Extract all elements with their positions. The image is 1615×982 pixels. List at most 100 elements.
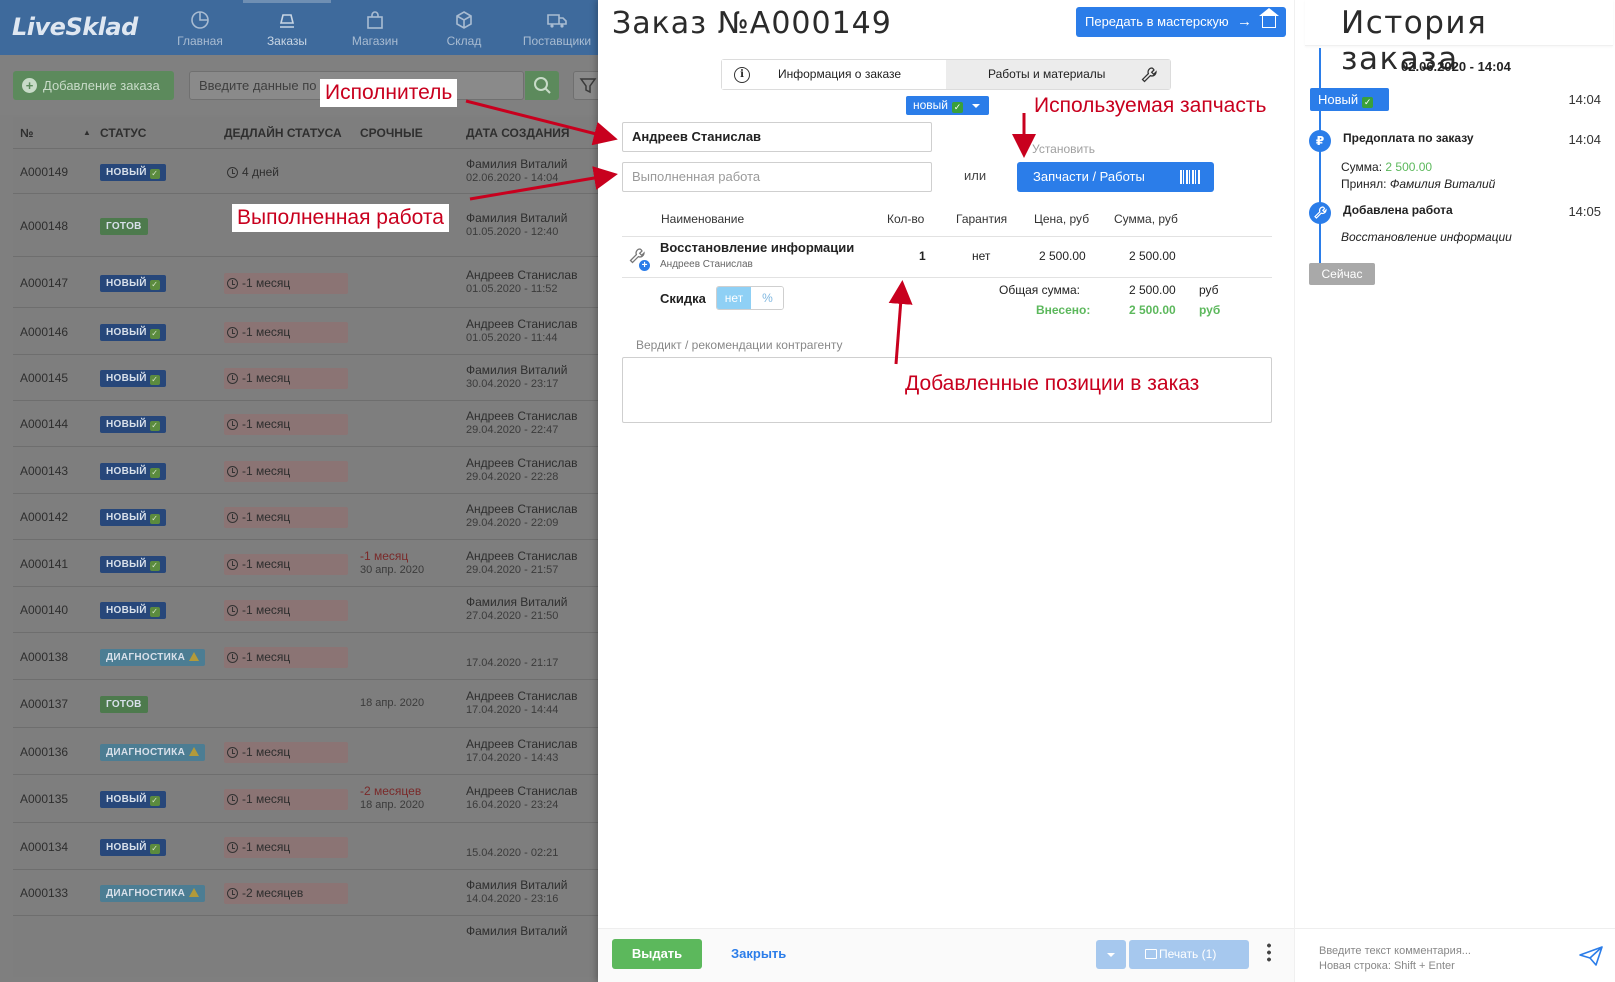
app-logo: LiveSklad (12, 13, 138, 41)
clock-icon (227, 747, 238, 758)
status-badge-label: НОВЫЙ (106, 559, 147, 570)
close-button[interactable]: Закрыть (731, 946, 786, 961)
clock-icon (227, 559, 238, 570)
print-button[interactable]: Печать (1) (1129, 940, 1249, 969)
table-row[interactable]: A000141 НОВЫЙ ✓ -1 месяц -1 месяц 30 апр. 202… (13, 539, 598, 586)
deadline-value: -1 месяц (242, 510, 291, 524)
status-dropdown-label: новый (913, 98, 949, 112)
order-number[interactable]: A000136 (20, 745, 68, 759)
accepted-by: Фамилия Виталий (1389, 177, 1496, 191)
order-number[interactable]: A000146 (20, 325, 68, 339)
nav-warehouse[interactable]: Склад (432, 0, 496, 55)
check-icon: ✓ (149, 375, 160, 385)
orders-icon (279, 14, 295, 28)
deadline-cell: -1 месяц (224, 554, 348, 575)
nav-orders[interactable]: Заказы (243, 0, 331, 55)
search-button[interactable] (525, 71, 559, 100)
status-badge: ГОТОВ (100, 696, 148, 713)
col-deadline[interactable]: ДЕДЛАЙН СТАТУСА (224, 126, 342, 140)
table-row[interactable]: A000143 НОВЫЙ ✓ -1 месяц Андреев Станислав 29… (13, 446, 598, 493)
print-options-button[interactable] (1096, 940, 1126, 969)
nav-suppliers[interactable]: Поставщики (515, 0, 598, 55)
col-created[interactable]: ДАТА СОЗДАНИЯ (466, 126, 570, 140)
tab-order-info[interactable]: i Информация о заказе (722, 60, 946, 89)
add-order-button[interactable]: + Добавление заказа (13, 71, 174, 100)
nav-home[interactable]: Главная (165, 0, 235, 55)
table-row[interactable]: Фамилия Виталий (13, 915, 598, 961)
more-options-icon[interactable] (1267, 942, 1271, 964)
col-status[interactable]: СТАТУС (100, 126, 146, 140)
table-row[interactable]: A000134 НОВЫЙ ✓ -1 месяц 15.04.2020 - 02:21 (13, 822, 598, 869)
executor-field[interactable]: Андреев Станислав (622, 122, 932, 152)
order-number[interactable]: A000144 (20, 417, 68, 431)
parts-works-button[interactable]: Запчасти / Работы (1017, 162, 1214, 192)
table-row[interactable]: A000135 НОВЫЙ ✓ -1 месяц -2 месяцев 18 апр. 2… (13, 774, 598, 822)
status-badge: ГОТОВ (100, 218, 148, 235)
discount-percent-option[interactable]: % (751, 287, 783, 309)
status-badge-label: НОВЫЙ (106, 512, 147, 523)
discount-toggle: нет % (716, 286, 784, 310)
clock-icon (227, 419, 238, 430)
table-row[interactable]: A000145 НОВЫЙ ✓ -1 месяц Фамилия Виталий 30.0… (13, 354, 598, 400)
order-number[interactable]: A000140 (20, 603, 68, 617)
table-row[interactable]: A000147 НОВЫЙ ✓ -1 месяц Андреев Станислав 01… (13, 256, 598, 307)
table-row[interactable]: A000136 ДИАГНОСТИКА -1 месяц Андреев Станис… (13, 727, 598, 774)
tab-works-materials[interactable]: Работы и материалы (946, 60, 1170, 89)
order-number[interactable]: A000145 (20, 371, 68, 385)
comment-placeholder: Введите текст комментария... (1319, 945, 1471, 957)
status-dropdown[interactable]: новый ✓ (906, 96, 989, 115)
table-row[interactable]: A000144 НОВЫЙ ✓ -1 месяц Андреев Станислав 29… (13, 400, 598, 446)
order-number[interactable]: A000134 (20, 840, 68, 854)
order-number[interactable]: A000143 (20, 464, 68, 478)
deadline-value: -1 месяц (242, 603, 291, 617)
item-qty[interactable]: 1 (919, 249, 926, 263)
order-number[interactable]: A000147 (20, 276, 68, 290)
status-badge: НОВЫЙ ✓ (100, 164, 166, 181)
order-number[interactable]: A000141 (20, 557, 68, 571)
item-name[interactable]: Восстановление информации (660, 240, 854, 255)
table-row[interactable]: A000142 НОВЫЙ ✓ -1 месяц Андреев Станислав 29… (13, 493, 598, 539)
filter-button[interactable] (573, 71, 598, 100)
tab-order-info-label: Информация о заказе (778, 67, 902, 81)
table-row[interactable]: A000137 ГОТОВ 18 апр. 2020 Андреев Станисла… (13, 679, 598, 727)
sort-asc-icon[interactable]: ▲ (83, 128, 91, 137)
table-row[interactable]: A000133 ДИАГНОСТИКА -2 месяцев Фамилия Вита… (13, 869, 598, 915)
check-icon: ✓ (1362, 97, 1374, 108)
urgent-date: 18 апр. 2020 (360, 799, 425, 811)
verdict-label: Вердикт / рекомендации контрагенту (636, 338, 843, 352)
order-number[interactable]: A000148 (20, 219, 68, 233)
order-number[interactable]: A000138 (20, 650, 68, 664)
col-number[interactable]: № (20, 126, 33, 140)
item-sum: 2 500.00 (1129, 249, 1176, 263)
order-number[interactable]: A000142 (20, 510, 68, 524)
transfer-to-workshop-button[interactable]: Передать в мастерскую → (1076, 7, 1286, 37)
deadline-value: -1 месяц (242, 371, 291, 385)
items-col-qty: Кол-во (887, 212, 925, 226)
performed-work-input[interactable]: Выполненная работа (622, 162, 932, 192)
send-icon[interactable] (1578, 945, 1604, 967)
discount-none-option[interactable]: нет (717, 287, 751, 309)
comment-input[interactable]: Введите текст комментария... Новая строк… (1319, 944, 1471, 974)
add-executor-icon[interactable]: + (639, 260, 650, 271)
issue-button[interactable]: Выдать (612, 939, 702, 969)
created-by: Андреев Станислав (466, 737, 578, 751)
item-price[interactable]: 2 500.00 (1039, 249, 1086, 263)
order-number[interactable]: A000133 (20, 886, 68, 900)
table-row[interactable]: A000140 НОВЫЙ ✓ -1 месяц Фамилия Виталий 27.0… (13, 586, 598, 632)
order-number[interactable]: A000135 (20, 792, 68, 806)
table-row[interactable]: A000146 НОВЫЙ ✓ -1 месяц Андреев Станислав 01… (13, 307, 598, 354)
nav-shop[interactable]: Магазин (340, 0, 410, 55)
item-warranty[interactable]: нет (972, 249, 990, 263)
check-icon: ✓ (149, 607, 160, 617)
check-icon: ✓ (952, 102, 964, 113)
col-urgent[interactable]: СРОЧНЫЕ (360, 126, 423, 140)
deadline-cell: -1 месяц (224, 414, 348, 435)
order-tabs: i Информация о заказе Работы и материалы (721, 59, 1171, 90)
status-badge-label: НОВЫЙ (106, 419, 147, 430)
deadline-cell: -1 месяц (224, 600, 348, 621)
table-row[interactable]: A000138 ДИАГНОСТИКА -1 месяц 17.04.2020 - 2… (13, 632, 598, 679)
order-number[interactable]: A000149 (20, 165, 68, 179)
discount-label: Скидка (660, 291, 706, 306)
order-number[interactable]: A000137 (20, 697, 68, 711)
table-row[interactable]: A000149 НОВЫЙ ✓ 4 дней Фамилия Виталий 02.06.… (13, 148, 598, 193)
